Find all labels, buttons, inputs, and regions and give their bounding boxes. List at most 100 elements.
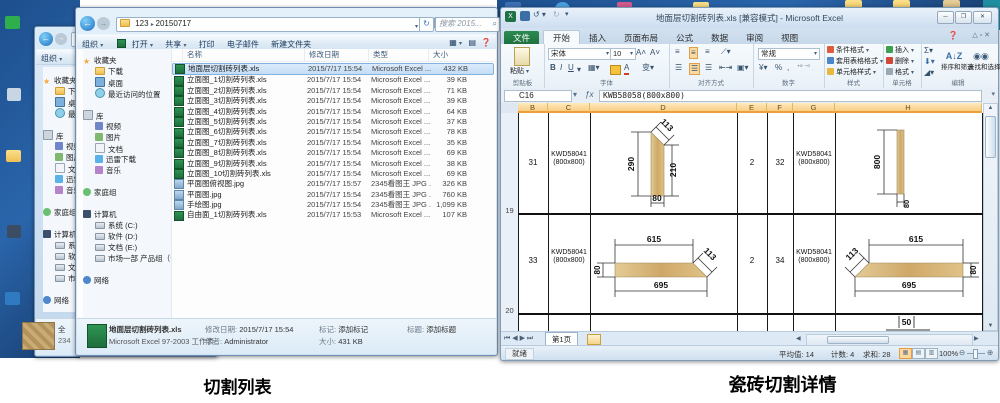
autosum-icon[interactable]: Σ▾ <box>924 46 933 56</box>
ribbon-minimize-icon[interactable]: △ ▫ ✕ <box>972 31 990 39</box>
file-row[interactable]: 自由面_1切割砖列表.xls2015/7/17 15:53Microsoft E… <box>172 210 494 220</box>
breadcrumb-folder[interactable]: 20150717 <box>156 19 192 28</box>
column-header-C[interactable]: C <box>548 103 590 113</box>
page-break-view-button[interactable]: ▥ <box>925 348 938 359</box>
row-header-20[interactable]: 20 <box>501 306 518 315</box>
decimal-icons[interactable]: ⁺⁰ ⁻⁰ <box>797 63 810 73</box>
search-input[interactable]: 搜索 2015... ⌕ <box>435 17 500 32</box>
number-format-combo[interactable]: 常规▾ <box>758 48 820 60</box>
desktop-icon[interactable] <box>7 88 21 101</box>
desktop-icon[interactable] <box>7 225 21 238</box>
column-header-date[interactable]: 修改日期 <box>304 49 369 61</box>
back-button[interactable]: ← <box>39 32 53 46</box>
file-row[interactable]: 立面图_3切割砖列表.xls2015/7/17 15:54Microsoft E… <box>172 96 494 106</box>
grow-font-icon[interactable]: A˄ <box>636 48 646 58</box>
fill-icon[interactable]: ⬇▾ <box>924 57 935 67</box>
sidebar-item[interactable]: 最近访问的位置 <box>83 88 171 99</box>
sidebar-item[interactable]: ★收藏夹 <box>83 55 171 66</box>
sidebar-item[interactable]: 市场一部 产品组（专用） <box>83 253 171 264</box>
fill-color-icon[interactable] <box>610 65 621 75</box>
sidebar-item[interactable]: 下载 <box>83 66 171 77</box>
sidebar-item[interactable]: 图片 <box>83 132 171 143</box>
desktop-icon[interactable] <box>6 150 21 162</box>
forward-button[interactable]: → <box>55 33 67 45</box>
sidebar-item[interactable]: 系统 (C:) <box>83 220 171 231</box>
minimize-button[interactable]: ─ <box>937 11 954 24</box>
scroll-down-icon[interactable]: ▼ <box>984 323 997 329</box>
name-box[interactable]: C16 <box>504 90 572 102</box>
indent-icons[interactable]: ⇤⇥ <box>719 63 732 73</box>
file-row[interactable]: 平面图俯视图.jpg2015/7/17 15:572345看图王 JPG ...… <box>172 179 494 189</box>
vertical-scrollbar[interactable]: ▲ ▼ <box>983 103 998 331</box>
sidebar-item[interactable]: 音乐 <box>83 165 171 176</box>
font-size-combo[interactable]: 10▾ <box>610 48 636 60</box>
column-header-E[interactable]: E <box>737 103 767 113</box>
underline-button[interactable]: U <box>568 63 574 73</box>
sort-filter-button[interactable]: A↓Z 排序和筛选 <box>941 46 967 71</box>
file-row[interactable]: 立面图_8切割砖列表.xls2015/7/17 15:54Microsoft E… <box>172 148 494 158</box>
cell-E20[interactable]: 2 <box>737 256 767 265</box>
align-left-icon[interactable]: ☰ <box>675 63 682 73</box>
scroll-up-icon[interactable]: ▲ <box>984 105 997 111</box>
align-center-icon[interactable]: ☰ <box>689 63 700 75</box>
close-button[interactable]: ✕ <box>973 11 992 24</box>
column-header-name[interactable]: 名称 <box>182 49 297 61</box>
sidebar-item[interactable]: 视频 <box>83 121 171 132</box>
column-header-H[interactable]: H <box>835 103 982 113</box>
normal-view-button[interactable]: ▦ <box>899 348 912 359</box>
name-box-dropdown-icon[interactable]: ▾ <box>573 90 577 99</box>
zoom-slider-thumb[interactable] <box>973 349 978 359</box>
file-row[interactable]: 立面图_5切割砖列表.xls2015/7/17 15:54Microsoft E… <box>172 117 494 127</box>
details-title[interactable]: 标题: 添加标题 <box>407 324 456 335</box>
cell-C20[interactable]: KWD58041(800x800) <box>551 249 587 265</box>
zoom-out-icon[interactable]: ⊖ <box>959 348 965 357</box>
align-bottom-icon[interactable]: ≡ <box>705 47 710 57</box>
insert-worksheet-tab[interactable] <box>587 334 601 345</box>
cell-G19[interactable]: KWD58041(800x800) <box>796 151 832 167</box>
address-bar[interactable]: 123 ▸ 20150717 ▾ <box>116 17 421 32</box>
currency-icon[interactable]: ¥▾ <box>759 63 767 73</box>
shrink-font-icon[interactable]: A˅ <box>650 48 660 58</box>
zoom-in-icon[interactable]: ⊕ <box>987 348 993 357</box>
align-top-icon[interactable]: ≡ <box>675 47 681 57</box>
sidebar-item[interactable]: 文档 (E:) <box>83 242 171 253</box>
file-row[interactable]: 手绘图.jpg2015/7/17 15:542345看图王 JPG ...1,0… <box>172 200 494 210</box>
merge-center-icon[interactable]: ▣▾ <box>737 63 749 73</box>
cell-B20[interactable]: 33 <box>518 256 548 265</box>
breadcrumb-root[interactable]: 123 <box>135 19 148 28</box>
font-color-icon[interactable]: A <box>624 63 629 75</box>
sheet-nav-icons[interactable]: ⏮ ◀ ▶ ⏭ <box>504 334 533 343</box>
find-select-button[interactable]: ◉◉ 查找和选择 <box>968 46 994 71</box>
desktop-icon[interactable] <box>5 292 20 305</box>
paste-icon[interactable] <box>514 47 530 66</box>
column-header-size[interactable]: 大小 <box>428 49 473 61</box>
align-middle-icon[interactable]: ≡ <box>689 47 698 59</box>
file-row[interactable]: 立面图_4切割砖列表.xls2015/7/17 15:54Microsoft E… <box>172 107 494 117</box>
sidebar-item[interactable]: 文档 <box>83 143 171 154</box>
phonetic-icon[interactable]: 变▾ <box>642 63 654 73</box>
scroll-thumb[interactable] <box>985 116 996 158</box>
column-header-G[interactable]: G <box>793 103 835 113</box>
page-layout-view-button[interactable]: ▤ <box>912 348 925 359</box>
cell-G20[interactable]: KWD58041(800x800) <box>796 249 832 265</box>
italic-button[interactable]: I <box>560 63 562 73</box>
desktop-icon[interactable] <box>5 16 20 29</box>
help-icon[interactable]: ❓ <box>948 31 958 40</box>
file-row[interactable]: 立面图_1切割砖列表.xls2015/7/17 15:54Microsoft E… <box>172 75 494 85</box>
paste-button[interactable]: 粘贴 ▾ <box>510 66 529 76</box>
insert-cells-button[interactable]: 插入 ▾ <box>886 46 914 56</box>
formula-input[interactable]: KWB58058(800x800) <box>599 90 982 102</box>
address-dropdown-icon[interactable]: ▾ <box>415 21 418 32</box>
fx-icon[interactable]: ƒx <box>585 90 593 99</box>
orientation-icon[interactable]: ⟋▾ <box>721 47 731 57</box>
file-row[interactable]: 立面图_9切割砖列表.xls2015/7/17 15:54Microsoft E… <box>172 159 494 169</box>
sidebar-item[interactable]: 计算机 <box>83 209 171 220</box>
sidebar-item[interactable]: 桌面 <box>83 77 171 88</box>
hscroll-left-icon[interactable]: ◀ <box>796 335 801 342</box>
cell-F19[interactable]: 32 <box>767 158 793 167</box>
column-header-D[interactable]: D <box>590 103 737 113</box>
help-button[interactable]: ❓ <box>481 35 491 50</box>
conditional-formatting-button[interactable]: 条件格式 ▾ <box>827 46 869 56</box>
comma-icon[interactable]: , <box>787 63 789 73</box>
sidebar-item[interactable]: 库 <box>83 110 171 121</box>
